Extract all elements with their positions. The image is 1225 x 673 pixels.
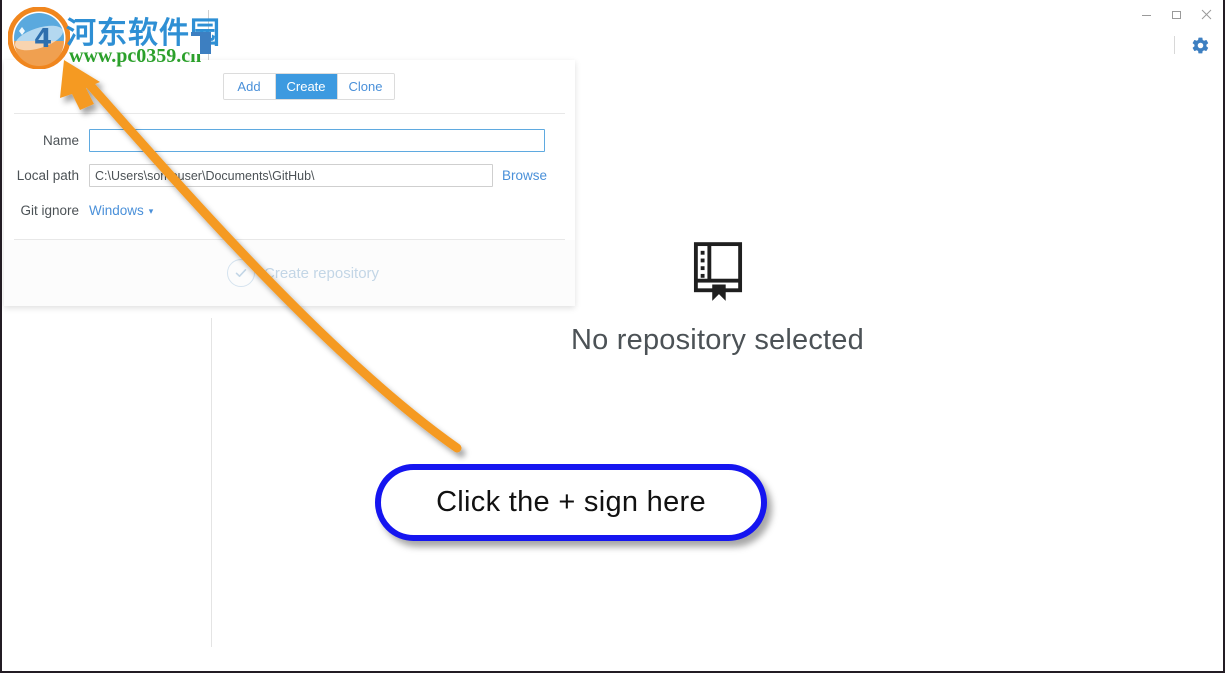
name-label: Name <box>42 133 79 148</box>
browse-button[interactable]: Browse <box>502 168 547 183</box>
watermark-url: www.pc0359.cn <box>69 45 202 67</box>
watermark-badge <box>191 32 211 54</box>
tab-create[interactable]: Create <box>275 74 338 99</box>
site-watermark: 4 河东软件园 www.pc0359.cn <box>8 4 220 70</box>
toolbar-divider <box>1174 36 1175 54</box>
maximize-button[interactable] <box>1161 0 1191 28</box>
check-icon <box>235 269 247 277</box>
site-logo-icon: 4 <box>8 7 70 69</box>
form-row-git-ignore: Git ignore Windows ▾ <box>4 198 575 223</box>
panel-footer: Create repository <box>4 240 575 306</box>
create-repository-label: Create repository <box>264 264 380 282</box>
name-input[interactable] <box>89 129 545 152</box>
settings-button[interactable] <box>1189 34 1211 56</box>
application-window: No repository selected Add Create Clone … <box>0 0 1225 673</box>
git-ignore-label: Git ignore <box>20 203 79 218</box>
chevron-down-icon: ▾ <box>148 206 154 216</box>
svg-text:4: 4 <box>34 24 52 54</box>
close-icon <box>1201 9 1211 19</box>
close-button[interactable] <box>1191 0 1221 28</box>
check-circle-icon <box>227 259 255 287</box>
window-controls <box>1131 0 1221 28</box>
git-ignore-value: Windows <box>89 203 144 218</box>
maximize-icon <box>1171 10 1181 19</box>
tab-clone[interactable]: Clone <box>337 74 394 99</box>
mode-tab-group: Add Create Clone <box>222 73 395 100</box>
local-path-input[interactable]: C:\Users\someuser\Documents\GitHub\ <box>89 164 493 187</box>
repo-book-icon <box>693 242 742 301</box>
minimize-button[interactable] <box>1131 0 1161 28</box>
local-path-label: Local path <box>16 168 79 183</box>
create-repository-panel: Add Create Clone Name Local path C:\User… <box>4 60 575 306</box>
form-row-name: Name <box>4 128 575 153</box>
tab-add[interactable]: Add <box>223 74 276 99</box>
create-repository-form: Name Local path C:\Users\someuser\Docume… <box>4 114 575 239</box>
gear-icon <box>1192 37 1208 53</box>
git-ignore-dropdown[interactable]: Windows ▾ <box>89 203 153 218</box>
empty-state-title: No repository selected <box>571 324 864 356</box>
minimize-icon <box>1141 14 1151 16</box>
create-repository-button[interactable]: Create repository <box>227 259 379 287</box>
form-row-local-path: Local path C:\Users\someuser\Documents\G… <box>4 163 575 188</box>
